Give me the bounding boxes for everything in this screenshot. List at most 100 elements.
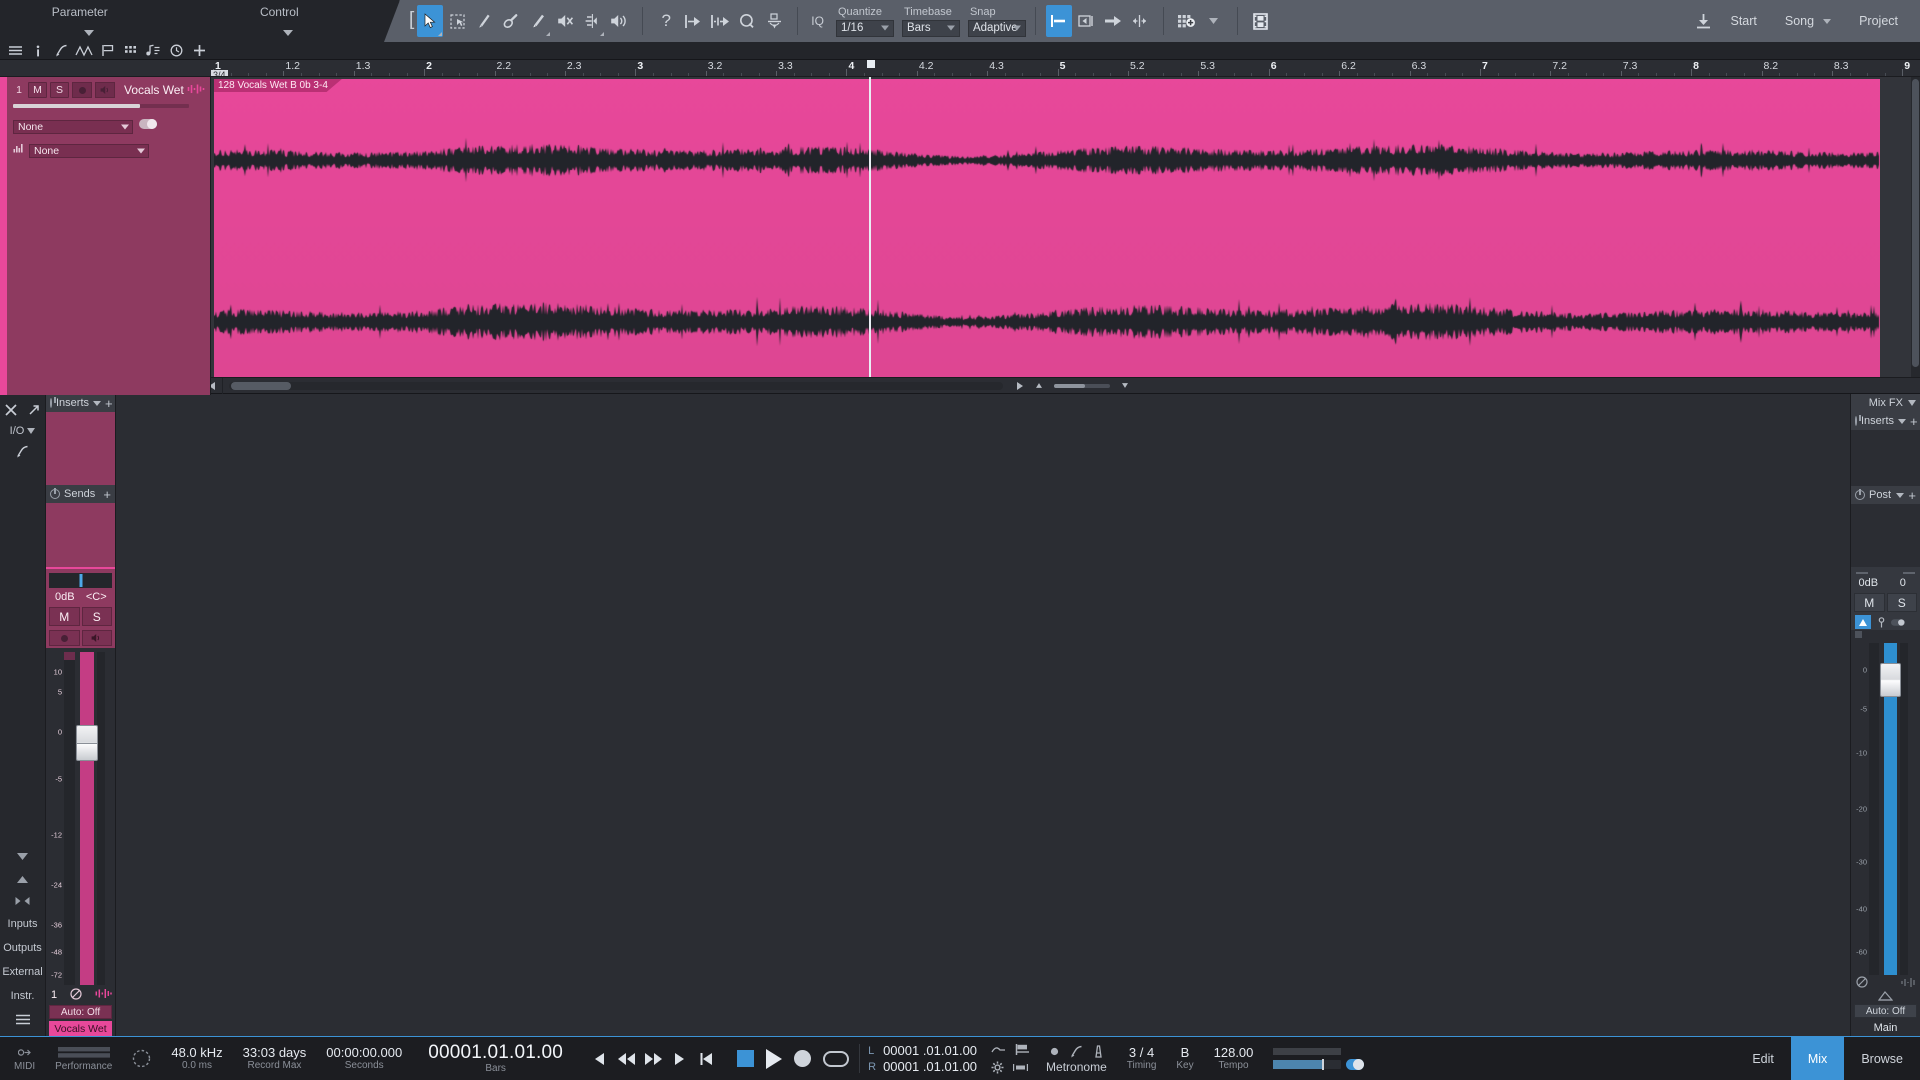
timeline-ruler[interactable]: 3/4 1 1.2 1.3 2 2.2 2.3 3 3.2 3.3 4 4.2 4.3 5 5.2 5.3 6… [211, 60, 1920, 77]
chevron-down-icon[interactable] [93, 400, 102, 406]
console-outputs-tab[interactable]: Outputs [3, 936, 42, 960]
loop-left-value[interactable]: 00001 .01.01.00 [883, 1043, 977, 1058]
add-track-button[interactable] [1174, 5, 1200, 37]
chevron-down-icon[interactable] [1898, 418, 1907, 424]
playhead[interactable] [869, 77, 871, 377]
video-player-button[interactable] [1248, 5, 1274, 37]
add-icon[interactable] [188, 42, 210, 60]
track-header-vocals-wet[interactable]: 1 M S Vocals Wet None None [0, 77, 211, 395]
main-meter-mode-button[interactable] [1855, 615, 1871, 629]
play-button[interactable] [766, 1048, 783, 1069]
main-automation-mode-button[interactable]: Auto: Off [1854, 1004, 1917, 1018]
track-input-toggle[interactable] [139, 119, 157, 129]
channel-monitor-button[interactable] [81, 630, 112, 646]
mute-tool-button[interactable] [552, 5, 578, 37]
tempo-section[interactable]: 128.00 Tempo [1204, 1037, 1264, 1080]
rewind-button[interactable] [616, 1049, 636, 1069]
download-icon-button[interactable] [1690, 5, 1716, 37]
main-inserts-slot-area[interactable] [1851, 430, 1920, 486]
snap-grid-button[interactable] [1045, 5, 1072, 37]
note-list-icon[interactable] [142, 42, 164, 60]
main-pan-value[interactable]: 0 [1886, 577, 1920, 589]
zoom-out-button[interactable] [1030, 378, 1048, 394]
audio-clip[interactable]: 128 Vocals Wet B 0b 3-4 [214, 79, 1880, 377]
channel-record-arm-button[interactable] [49, 630, 80, 646]
add-insert-button[interactable]: + [105, 397, 113, 410]
collapse-down-icon[interactable] [0, 846, 45, 868]
power-icon[interactable] [1855, 415, 1861, 426]
timing-section[interactable]: 3 / 4 Timing [1117, 1037, 1167, 1080]
arrange-vertical-scrollbar[interactable] [1911, 77, 1920, 377]
record-button[interactable] [794, 1050, 812, 1067]
channel-volume-fader[interactable] [76, 652, 98, 985]
main-mute-button[interactable]: M [1854, 593, 1885, 612]
gear-icon[interactable] [991, 1061, 1004, 1074]
main-solo-button[interactable]: S [1886, 593, 1917, 612]
grid-icon[interactable] [119, 42, 141, 60]
macro-parameter-column[interactable]: Parameter [0, 0, 200, 42]
follow-curve-icon[interactable] [991, 1045, 1006, 1054]
mix-view-button[interactable]: Mix [1790, 1037, 1845, 1080]
console-external-tab[interactable]: External [2, 960, 42, 984]
split-tool-button[interactable] [471, 5, 497, 37]
samplerate-section[interactable] [122, 1037, 161, 1080]
channel-solo-button[interactable]: S [81, 607, 112, 626]
console-settings-icon[interactable] [0, 440, 45, 462]
track-record-arm-button[interactable] [72, 82, 92, 98]
channel-name-label[interactable]: Vocals Wet [49, 1021, 112, 1036]
edit-tool-icon[interactable] [50, 42, 72, 60]
arrow-tool-button[interactable] [417, 5, 444, 37]
return-to-start-button[interactable] [697, 1049, 717, 1069]
power-icon[interactable] [50, 397, 56, 408]
samplerate-value-section[interactable]: 48.0 kHz 0.0 ms [161, 1037, 232, 1080]
expand-icon[interactable] [23, 399, 46, 421]
main-mono-icon[interactable] [1856, 976, 1868, 988]
clock-icon[interactable] [165, 42, 187, 60]
loop-button[interactable] [823, 1050, 850, 1067]
zoom-in-button[interactable] [1116, 378, 1134, 394]
main-volume-fader[interactable] [1880, 643, 1901, 975]
snap-cursor-button[interactable] [1100, 5, 1126, 37]
loop-right-value[interactable]: 00001 .01.01.00 [883, 1059, 977, 1074]
paint-tool-button[interactable] [525, 5, 551, 37]
bend-tool-button[interactable] [579, 5, 605, 37]
time-signature-marker[interactable]: 3/4 [211, 70, 228, 76]
track-volume-slider[interactable] [13, 104, 189, 108]
console-inputs-tab[interactable]: Inputs [8, 912, 38, 936]
track-input-select[interactable]: None [13, 120, 133, 134]
chevron-down-icon[interactable] [1895, 492, 1904, 498]
add-send-button[interactable]: + [103, 488, 111, 501]
meter-clip-indicator[interactable] [64, 652, 75, 660]
loop-range-icon[interactable] [1013, 1063, 1029, 1072]
info-icon[interactable] [27, 42, 49, 60]
record-max-section[interactable]: 33:03 days Record Max [233, 1037, 317, 1080]
automation-icon[interactable] [73, 42, 95, 60]
browse-view-button[interactable]: Browse [1844, 1037, 1920, 1080]
precount-icon[interactable] [1048, 1045, 1061, 1058]
track-monitor-button[interactable] [95, 82, 115, 98]
power-icon[interactable] [50, 488, 60, 499]
next-marker-button[interactable] [670, 1049, 690, 1069]
console-instruments-tab[interactable]: Instr. [11, 984, 35, 1008]
metronome-icon[interactable] [1092, 1045, 1105, 1058]
power-icon[interactable] [1855, 489, 1865, 500]
snap-to-end-button[interactable] [707, 5, 733, 37]
bars-section[interactable]: 00001.01.01.00 Bars [412, 1037, 579, 1080]
fast-forward-button[interactable] [643, 1049, 663, 1069]
track-lanes[interactable]: 128 Vocals Wet B 0b 3-4 [211, 77, 1920, 377]
main-link-toggle[interactable] [1891, 615, 1905, 629]
main-volume-toggle[interactable] [1346, 1058, 1365, 1070]
start-page-button[interactable]: Start [1716, 0, 1770, 42]
snap-events-button[interactable] [1073, 5, 1099, 37]
pan-slider[interactable] [49, 573, 112, 588]
project-page-button[interactable]: Project [1845, 0, 1912, 42]
main-volume-slider[interactable] [1273, 1058, 1342, 1070]
timebase-select[interactable]: Bars [901, 19, 960, 37]
arrange-horizontal-scrollbar[interactable] [229, 381, 1003, 390]
snap-relative-button[interactable] [1127, 5, 1153, 37]
main-post-slot-area[interactable] [1851, 504, 1920, 567]
edit-view-button[interactable]: Edit [1735, 1037, 1791, 1080]
metronome-section[interactable]: Metronome [1036, 1037, 1117, 1080]
channel-pan-value[interactable]: <C> [81, 591, 113, 603]
seconds-section[interactable]: 00:00:00.000 Seconds [316, 1037, 412, 1080]
